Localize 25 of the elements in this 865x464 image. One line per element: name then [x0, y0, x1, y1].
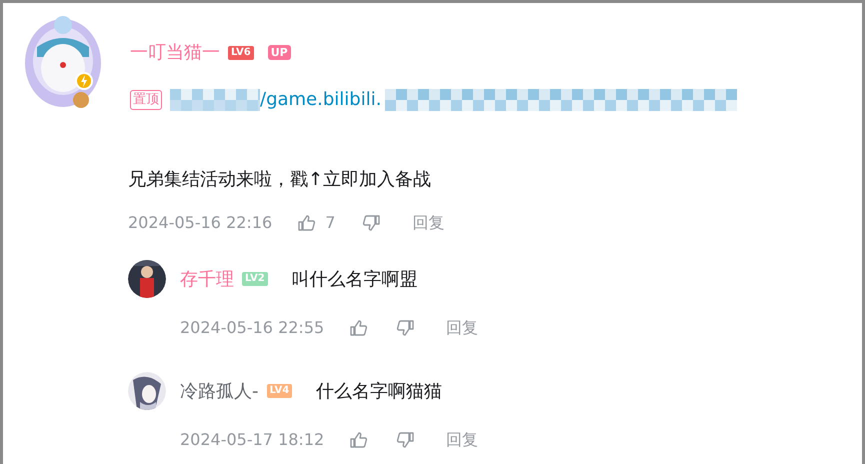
user-name[interactable]: 存千理	[180, 266, 234, 292]
reply-button[interactable]: 回复	[412, 211, 444, 235]
like-icon[interactable]	[348, 430, 370, 450]
user-name[interactable]: 冷路孤人-	[180, 378, 258, 404]
dislike-icon[interactable]	[395, 318, 416, 338]
dislike-icon[interactable]	[361, 213, 382, 233]
level-badge: LV4	[266, 384, 292, 398]
up-badge: UP	[268, 45, 291, 60]
like-count: 7	[325, 212, 336, 234]
reply-button[interactable]: 回复	[446, 428, 478, 452]
like-icon[interactable]	[348, 318, 370, 338]
pinned-tag: 置顶	[130, 90, 162, 110]
user-name[interactable]: 一叮当猫一	[130, 39, 220, 66]
reply-text: 什么名字啊猫猫	[316, 380, 442, 404]
like-icon[interactable]	[296, 213, 318, 233]
reply-text: 叫什么名字啊盟	[292, 268, 418, 292]
level-badge: LV6	[228, 46, 254, 60]
dislike-icon[interactable]	[395, 430, 416, 450]
reply-button[interactable]: 回复	[446, 316, 478, 340]
level-badge: LV2	[242, 272, 268, 286]
comment-text: 兄弟集结活动来啦，戳↑立即加入备战	[128, 168, 432, 192]
comment-time: 2024-05-16 22:16	[128, 212, 272, 234]
comment-time: 2024-05-16 22:55	[180, 317, 324, 339]
link-text[interactable]: /game.bilibili.	[260, 86, 382, 113]
comment-time: 2024-05-17 18:12	[180, 429, 324, 451]
